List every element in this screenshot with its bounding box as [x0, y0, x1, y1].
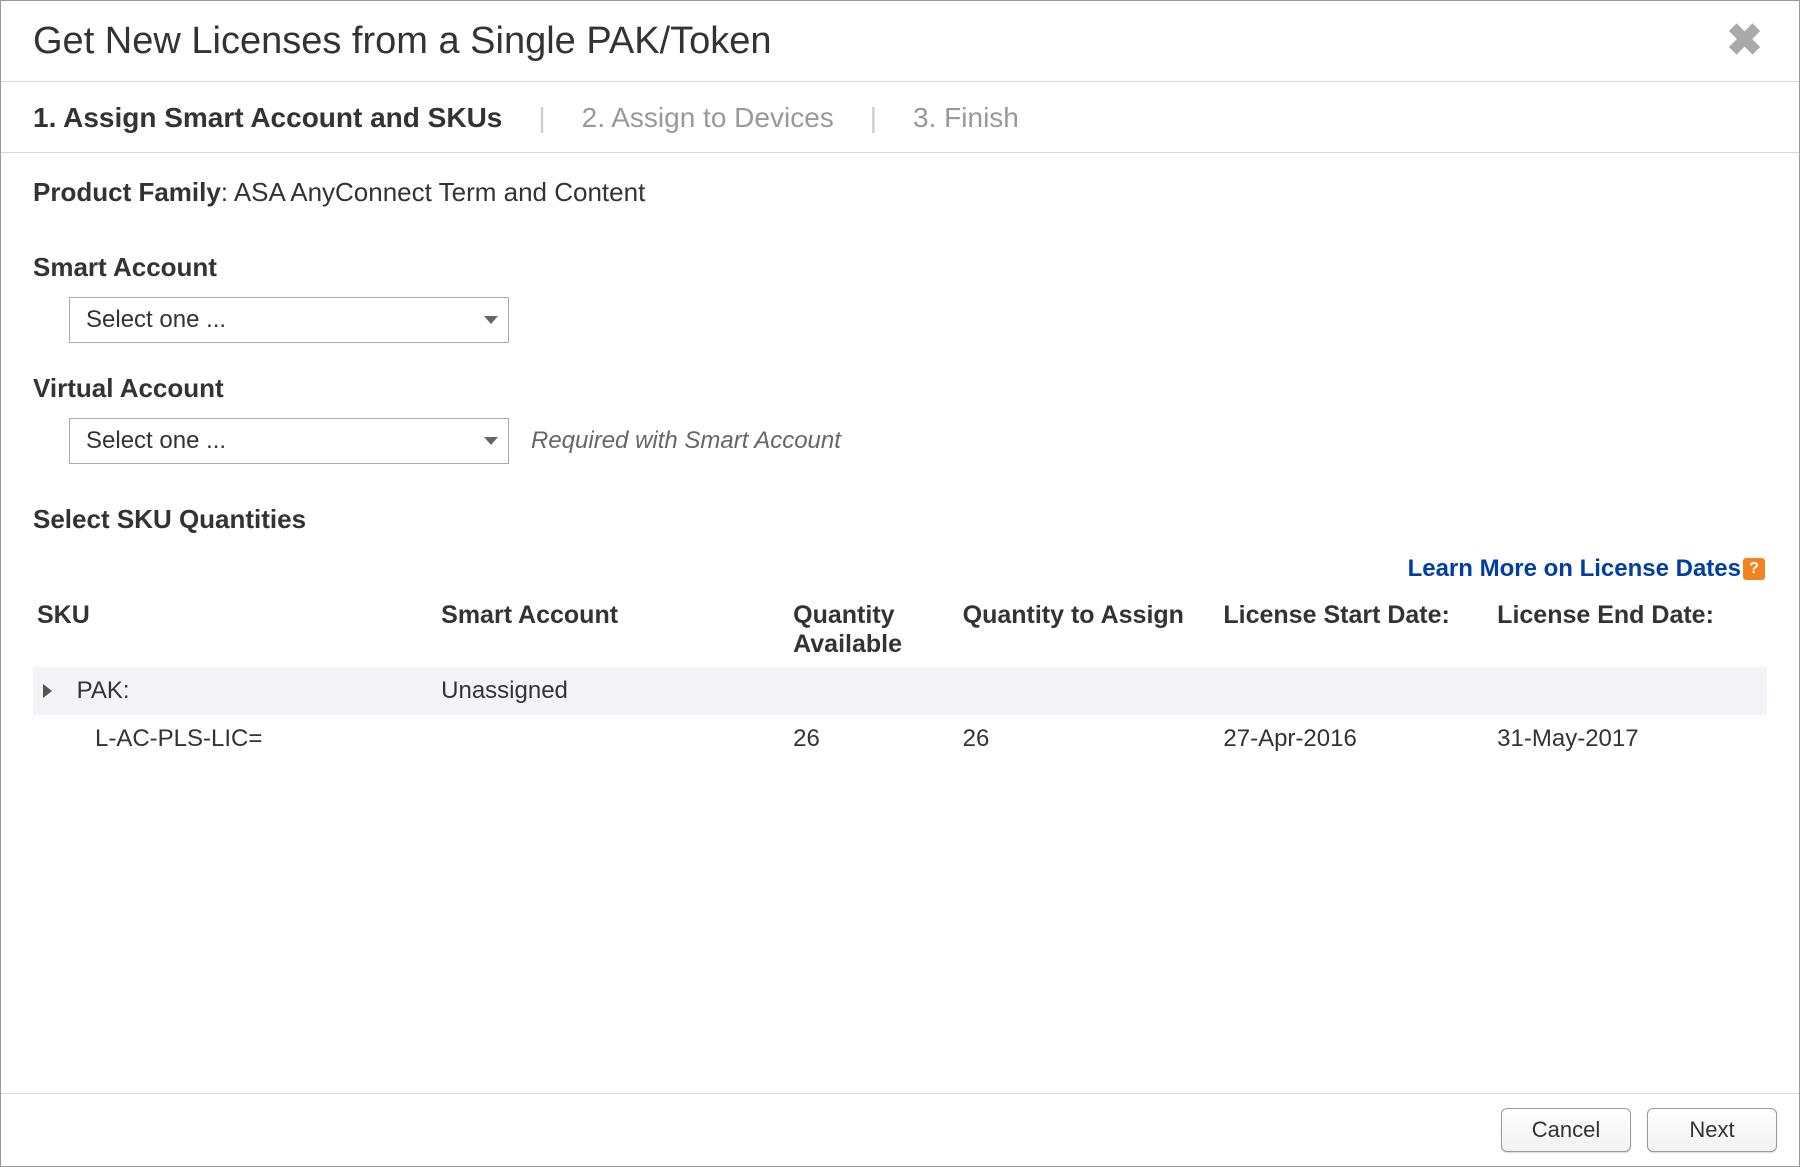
- col-end-date: License End Date:: [1493, 593, 1767, 667]
- sku-row[interactable]: L-AC-PLS-LIC= 26 26 27-Apr-2016 31-May-2…: [33, 715, 1767, 763]
- smart-account-select[interactable]: Select one ...: [69, 297, 509, 343]
- col-qty-available: Quantity Available: [789, 593, 958, 667]
- learn-more-link[interactable]: Learn More on License Dates: [1408, 555, 1741, 582]
- step-2[interactable]: 2. Assign to Devices: [582, 102, 834, 134]
- dialog-footer: Cancel Next: [1, 1093, 1799, 1166]
- virtual-account-hint: Required with Smart Account: [531, 427, 841, 455]
- col-start-date: License Start Date:: [1219, 593, 1493, 667]
- chevron-down-icon: [484, 316, 498, 324]
- smart-account-label: Smart Account: [33, 252, 1767, 283]
- smart-account-selected: Select one ...: [86, 306, 226, 334]
- product-family-line: Product Family: ASA AnyConnect Term and …: [33, 177, 1767, 208]
- step-1[interactable]: 1. Assign Smart Account and SKUs: [33, 102, 502, 134]
- dialog-title: Get New Licenses from a Single PAK/Token: [33, 20, 772, 63]
- col-smart-account: Smart Account: [437, 593, 789, 667]
- help-icon[interactable]: ?: [1743, 558, 1765, 580]
- cancel-button[interactable]: Cancel: [1501, 1108, 1631, 1152]
- dialog: Get New Licenses from a Single PAK/Token…: [0, 0, 1800, 1167]
- close-icon[interactable]: ✖: [1720, 19, 1769, 63]
- sku-smart-account: [437, 715, 789, 763]
- virtual-account-label: Virtual Account: [33, 373, 1767, 404]
- dialog-body: Product Family: ASA AnyConnect Term and …: [1, 153, 1799, 1093]
- virtual-account-field: Virtual Account Select one ... Required …: [33, 373, 1767, 464]
- product-family-value: ASA AnyConnect Term and Content: [234, 177, 645, 207]
- expand-icon[interactable]: [43, 684, 52, 698]
- pak-row[interactable]: PAK: Unassigned: [33, 667, 1767, 715]
- dialog-header: Get New Licenses from a Single PAK/Token…: [1, 1, 1799, 82]
- wizard-steps: 1. Assign Smart Account and SKUs | 2. As…: [1, 82, 1799, 153]
- sku-cell: L-AC-PLS-LIC=: [33, 715, 437, 763]
- sku-qty-available: 26: [789, 715, 958, 763]
- sku-table: SKU Smart Account Quantity Available Qua…: [33, 593, 1767, 763]
- sku-qty-assign: 26: [959, 715, 1220, 763]
- pak-label: PAK:: [77, 677, 130, 704]
- sku-end-date: 31-May-2017: [1493, 715, 1767, 763]
- pak-smart-account: Unassigned: [437, 667, 789, 715]
- col-qty-assign: Quantity to Assign: [959, 593, 1220, 667]
- step-separator: |: [538, 102, 545, 134]
- step-3[interactable]: 3. Finish: [913, 102, 1019, 134]
- smart-account-field: Smart Account Select one ...: [33, 252, 1767, 343]
- next-button[interactable]: Next: [1647, 1108, 1777, 1152]
- learn-more-row: Learn More on License Dates?: [33, 555, 1767, 583]
- virtual-account-selected: Select one ...: [86, 427, 226, 455]
- product-family-label: Product Family: [33, 177, 221, 207]
- sku-section-heading: Select SKU Quantities: [33, 504, 1767, 535]
- sku-start-date: 27-Apr-2016: [1219, 715, 1493, 763]
- col-sku: SKU: [33, 593, 437, 667]
- virtual-account-select[interactable]: Select one ...: [69, 418, 509, 464]
- step-separator: |: [870, 102, 877, 134]
- chevron-down-icon: [484, 437, 498, 445]
